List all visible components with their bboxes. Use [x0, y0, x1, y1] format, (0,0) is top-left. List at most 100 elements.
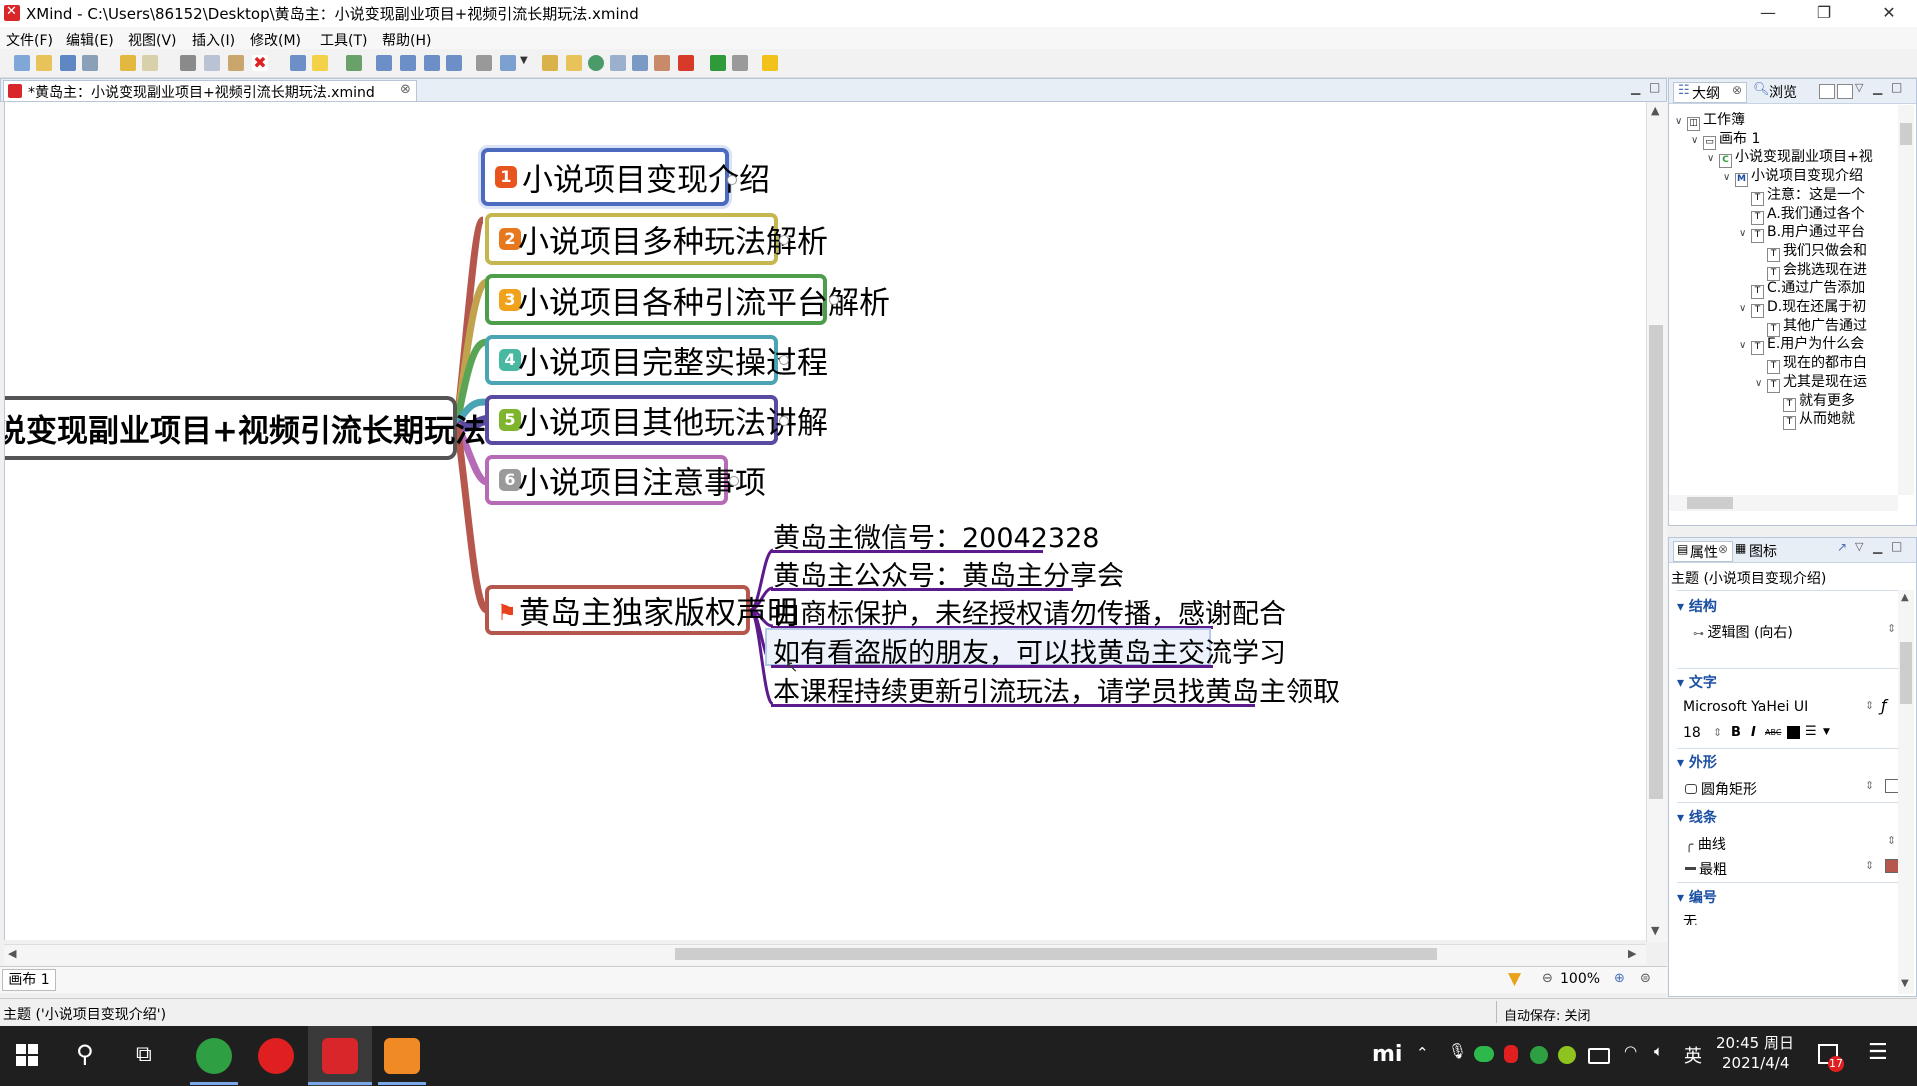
print-icon[interactable]: [82, 55, 98, 71]
panel-minimize-icon[interactable]: ▁: [1873, 540, 1882, 554]
insert-parent-icon[interactable]: [424, 55, 440, 71]
export-icon[interactable]: ↗: [1837, 540, 1847, 554]
menu-tools[interactable]: 工具(T): [320, 30, 367, 50]
font-size[interactable]: 18: [1683, 725, 1701, 741]
line-shape-value[interactable]: ╭ 曲线: [1685, 834, 1726, 854]
tab-icons[interactable]: ▦ 图标: [1735, 541, 1791, 560]
arrow-down-green-icon[interactable]: [710, 55, 726, 71]
volume-icon[interactable]: 🔈︎: [1654, 1042, 1663, 1060]
outline-tree-item[interactable]: T 从而她就: [1771, 408, 1855, 431]
line-width-spinner-icon[interactable]: ⇕: [1865, 859, 1874, 872]
section-shape[interactable]: ▾ 外形: [1677, 752, 1717, 772]
text-color-swatch[interactable]: [1787, 726, 1800, 739]
topic-6[interactable]: 6 小说项目注意事项: [485, 455, 766, 505]
slides-app-icon[interactable]: [384, 1038, 420, 1074]
tree-toggle-icon[interactable]: ∨: [1739, 340, 1751, 351]
tray-app-icon[interactable]: [1530, 1046, 1548, 1064]
shape-fill-swatch[interactable]: [1885, 779, 1899, 793]
numbering-value[interactable]: 无: [1683, 911, 1697, 925]
editor-tab[interactable]: *黄岛主：小说变现副业项目+视频引流长期玩法.xmind ⊗: [3, 80, 417, 101]
bold-button[interactable]: B: [1731, 725, 1741, 740]
topic-6-expand-icon[interactable]: [729, 476, 739, 486]
insert-subtopic-icon[interactable]: [376, 55, 392, 71]
font-size-spinner-icon[interactable]: ⇕: [1713, 726, 1722, 739]
zoom-out-icon[interactable]: ⊖: [1542, 971, 1553, 986]
stop-icon[interactable]: [678, 55, 694, 71]
tray-app-icon[interactable]: [1504, 1045, 1518, 1063]
scroll-up-icon[interactable]: ▲: [1901, 592, 1909, 603]
minimize-button[interactable]: —: [1740, 0, 1796, 27]
boundary-icon[interactable]: [610, 55, 626, 71]
structure-value[interactable]: ⊶ 逻辑图 (向右): [1693, 622, 1793, 642]
microphone-icon[interactable]: 🎙︎: [1448, 1042, 1467, 1060]
voice-app-icon[interactable]: [258, 1038, 294, 1074]
topic-2-expand-icon[interactable]: [779, 235, 789, 245]
shape-value[interactable]: 圆角矩形: [1685, 779, 1757, 799]
outline-vscroll-thumb[interactable]: [1900, 123, 1912, 145]
horizontal-scroll-thumb[interactable]: [675, 948, 1437, 960]
dropdown-arrow-icon[interactable]: ▼: [520, 55, 536, 71]
align-dropdown-icon[interactable]: ▼: [1823, 727, 1830, 737]
copy-icon[interactable]: [204, 55, 220, 71]
save-icon[interactable]: [60, 55, 76, 71]
action-center-icon[interactable]: ☰: [1868, 1040, 1888, 1065]
tree-toggle-icon[interactable]: ∨: [1691, 135, 1703, 146]
topic-3[interactable]: 3 小说项目各种引流平台解析: [485, 274, 890, 325]
topic-3-expand-icon[interactable]: [829, 295, 839, 305]
tray-app-icon[interactable]: [1558, 1046, 1576, 1064]
scroll-left-icon[interactable]: ◀: [8, 947, 16, 960]
menu-file[interactable]: 文件(F): [6, 30, 53, 50]
scroll-down-icon[interactable]: ▼: [1651, 924, 1659, 937]
open-folder-icon[interactable]: [36, 55, 52, 71]
summary-icon[interactable]: [632, 55, 648, 71]
topic-4-expand-icon[interactable]: [779, 355, 789, 365]
paste-icon[interactable]: [228, 55, 244, 71]
tab-close-icon[interactable]: ⊗: [400, 82, 411, 97]
scroll-right-icon[interactable]: ▶: [1628, 947, 1636, 960]
note-icon[interactable]: [566, 55, 582, 71]
topic-1-expand-icon[interactable]: [727, 175, 737, 185]
search-icon[interactable]: ⚲: [76, 1040, 94, 1068]
menu-insert[interactable]: 插入(I): [192, 30, 235, 50]
tree-toggle-icon[interactable]: ∨: [1739, 228, 1751, 239]
shape-spinner-icon[interactable]: ⇕: [1865, 779, 1874, 792]
drill-down-icon[interactable]: [346, 55, 362, 71]
outline-hscroll-thumb[interactable]: [1687, 497, 1733, 509]
tree-toggle-icon[interactable]: ∨: [1707, 153, 1719, 164]
cut-icon[interactable]: [180, 55, 196, 71]
wifi-icon[interactable]: ◠: [1624, 1042, 1637, 1060]
line-color-swatch[interactable]: [1885, 859, 1899, 873]
menu-edit[interactable]: 编辑(E): [66, 30, 114, 50]
menu-modify[interactable]: 修改(M): [250, 30, 301, 50]
xmind-taskbar-icon[interactable]: [322, 1038, 358, 1074]
panel-maximize-icon[interactable]: □: [1891, 539, 1902, 553]
clock-time[interactable]: 20:45 周日: [1716, 1032, 1794, 1053]
tab-outline[interactable]: ☷ 大纲 ⊗: [1673, 82, 1747, 103]
wechat-tray-icon[interactable]: [1474, 1046, 1494, 1062]
italic-button[interactable]: I: [1751, 725, 1756, 740]
arrow-up-icon[interactable]: [732, 55, 748, 71]
battery-icon[interactable]: [1588, 1048, 1610, 1064]
new-file-icon[interactable]: [14, 55, 30, 71]
copyright-topic[interactable]: ⚑ 黄岛主独家版权声明: [485, 585, 798, 635]
scroll-up-icon[interactable]: ▲: [1651, 104, 1659, 117]
floating-topic-icon[interactable]: [446, 55, 462, 71]
collapse-all-icon[interactable]: [1819, 84, 1835, 99]
align-icon[interactable]: ☰: [1805, 724, 1817, 739]
home-up-arrow-icon[interactable]: [762, 55, 778, 71]
view-menu-icon[interactable]: ▽: [1855, 81, 1863, 94]
undo-icon[interactable]: [120, 55, 136, 71]
editor-maximize-icon[interactable]: □: [1649, 80, 1660, 94]
section-structure[interactable]: ▾ 结构: [1677, 596, 1717, 616]
outline-hscroll[interactable]: [1669, 495, 1898, 511]
insert-topic-icon[interactable]: [400, 55, 416, 71]
zoom-fit-icon[interactable]: ⊜: [1640, 971, 1651, 986]
label-icon[interactable]: [542, 55, 558, 71]
panel-minimize-icon[interactable]: ▁: [1873, 81, 1882, 95]
font-name[interactable]: Microsoft YaHei UI: [1683, 699, 1808, 715]
filter-icon[interactable]: ▼: [1508, 969, 1521, 989]
outline-tree[interactable]: ∨ ◫ 工作簿 ∨ ▭ 画布 1 ∨ C 小说变现副业项目+视 ∨ M 小说项目变现介绍 T 注意：这是一…: [1669, 105, 1896, 495]
section-numbering[interactable]: ▾ 编号: [1677, 887, 1717, 907]
topic-icon[interactable]: [290, 55, 306, 71]
section-line[interactable]: ▾ 线条: [1677, 807, 1717, 827]
